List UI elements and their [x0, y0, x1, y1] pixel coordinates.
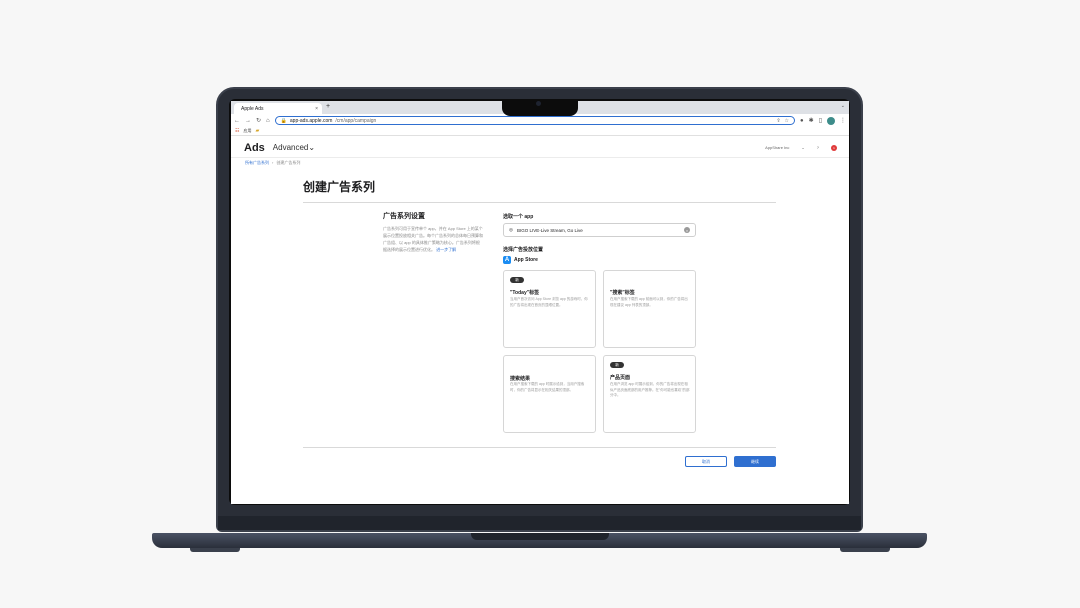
- placement-card-today[interactable]: 新 "Today"标签 当用户首次访问 App Store 浏览 app 的游戏…: [503, 270, 596, 348]
- notification-badge[interactable]: 1: [831, 144, 837, 151]
- home-icon[interactable]: ⌂: [266, 118, 270, 124]
- folder-icon[interactable]: ▰: [255, 128, 259, 134]
- app-header: Ads Advanced⌄ AppShare Inc ⌄ ? 1: [231, 138, 849, 158]
- placement-card-search-results[interactable]: 搜索结果 在用户搜索下载的 app 时展示给到，当用户搜索时，你的广告将显示在相…: [503, 355, 596, 433]
- sidebar-icon[interactable]: ▯: [819, 117, 822, 124]
- apple-ads-logo[interactable]: Ads: [243, 142, 265, 154]
- bookmarks-bar: ☷ 应用 ▰: [231, 127, 849, 136]
- cancel-button[interactable]: 取消: [685, 456, 727, 467]
- forward-icon[interactable]: →: [245, 118, 251, 124]
- puzzle-icon[interactable]: ✱: [809, 117, 814, 124]
- breadcrumb-separator: ›: [272, 160, 274, 165]
- reload-icon[interactable]: ↻: [256, 117, 261, 124]
- star-icon[interactable]: ☆: [785, 118, 789, 124]
- app-store-icon: A: [503, 256, 511, 264]
- section-title: 广告系列设置: [383, 213, 425, 220]
- section-description: 广告系列可用于宣传单个 app，并在 App Store 上的某个展示位置投放相…: [383, 225, 483, 253]
- app-select-label: 选取一个 app: [503, 214, 534, 220]
- page-title: 创建广告系列: [303, 180, 376, 194]
- breadcrumb-current: 创建广告系列: [276, 160, 301, 165]
- screen: Apple Ads × + ⌄ ← → ↻ ⌂ 🔒 app-ads.apple.…: [231, 101, 849, 504]
- card-title: "Today"标签: [510, 290, 540, 296]
- laptop-foot-right: [840, 548, 890, 552]
- new-badge: 新: [610, 362, 624, 368]
- divider-bottom: [303, 447, 776, 448]
- apps-grid-icon[interactable]: ☷: [235, 128, 239, 134]
- app-icon: ◎: [509, 227, 513, 232]
- learn-more-link[interactable]: 进一步了解: [436, 247, 456, 252]
- extension-circle-icon[interactable]: ●: [800, 118, 804, 124]
- card-description: 当用户首次访问 App Store 浏览 app 的游戏时，你的广告将出现在首页…: [510, 297, 588, 307]
- laptop-chin: [218, 516, 861, 530]
- close-icon[interactable]: ×: [315, 106, 318, 112]
- logo-text: Ads: [244, 141, 265, 154]
- laptop-foot-left: [190, 548, 240, 552]
- product-label: Advanced: [272, 143, 309, 152]
- profile-avatar[interactable]: [827, 116, 835, 125]
- card-title: "搜索"标签: [610, 290, 635, 296]
- bookmark-apps[interactable]: 应用: [243, 128, 251, 134]
- card-title: 搜索结果: [510, 376, 531, 382]
- chevron-down-icon: ⌄: [308, 143, 316, 152]
- new-tab-button[interactable]: +: [326, 103, 330, 110]
- placement-label: 选择广告投放位置: [503, 247, 544, 253]
- new-badge: 新: [510, 277, 524, 283]
- tab-title: Apple Ads: [241, 105, 264, 112]
- address-bar[interactable]: 🔒 app-ads.apple.com/cm/app/campaign ⇪ ☆: [274, 116, 796, 125]
- app-select-value: BIGO LIVE-Live Stream, Go Live: [516, 227, 583, 233]
- breadcrumb-root[interactable]: 所有广告系列: [245, 160, 269, 166]
- clear-icon[interactable]: ×: [684, 227, 690, 233]
- card-description: 在用户搜索下载的 app 时展示给到，当用户搜索时，你的广告将显示在相关结果的顶…: [510, 382, 585, 392]
- org-name[interactable]: AppShare Inc: [765, 145, 789, 150]
- laptop-groove: [471, 533, 609, 540]
- appstore-heading: A App Store: [503, 256, 538, 264]
- placement-card-product-page[interactable]: 新 产品页面 在用户浏览 app 时展示给到，你的广告将出现在相似产品页面底部的…: [603, 355, 696, 433]
- back-icon[interactable]: ←: [234, 118, 240, 124]
- share-icon[interactable]: ⇪: [776, 118, 780, 124]
- appstore-label: App Store: [514, 257, 538, 263]
- menu-icon[interactable]: ⋮: [840, 117, 846, 124]
- chevron-down-icon[interactable]: ⌄: [801, 145, 804, 150]
- camera-icon: [536, 101, 541, 106]
- description-text: 广告系列可用于宣传单个 app，并在 App Store 上的某个展示位置投放相…: [383, 226, 483, 252]
- card-description: 在用户搜索下载的 app 前面可以到，你的广告将出现在建议 app 列表的顶部。: [610, 297, 688, 307]
- app-select-field[interactable]: ◎ BIGO LIVE-Live Stream, Go Live ×: [503, 223, 696, 237]
- chevron-down-icon[interactable]: ⌄: [841, 103, 845, 109]
- help-icon[interactable]: ?: [817, 145, 819, 150]
- address-path: /cm/app/campaign: [335, 117, 377, 124]
- lock-icon: 🔒: [280, 117, 287, 124]
- continue-button[interactable]: 继续: [734, 456, 776, 467]
- placement-card-search-tab[interactable]: "搜索"标签 在用户搜索下载的 app 前面可以到，你的广告将出现在建议 app…: [603, 270, 696, 348]
- card-description: 在用户浏览 app 时展示给到，你的广告将出现在相似产品页面底部的用户推荐。在"…: [610, 382, 690, 397]
- divider-top: [303, 202, 776, 203]
- address-host: app-ads.apple.com: [289, 117, 333, 124]
- breadcrumb: 所有广告系列 › 创建广告系列: [245, 160, 300, 166]
- product-switcher[interactable]: Advanced⌄: [273, 143, 315, 152]
- browser-tab[interactable]: Apple Ads ×: [234, 103, 322, 114]
- card-title: 产品页面: [610, 375, 631, 381]
